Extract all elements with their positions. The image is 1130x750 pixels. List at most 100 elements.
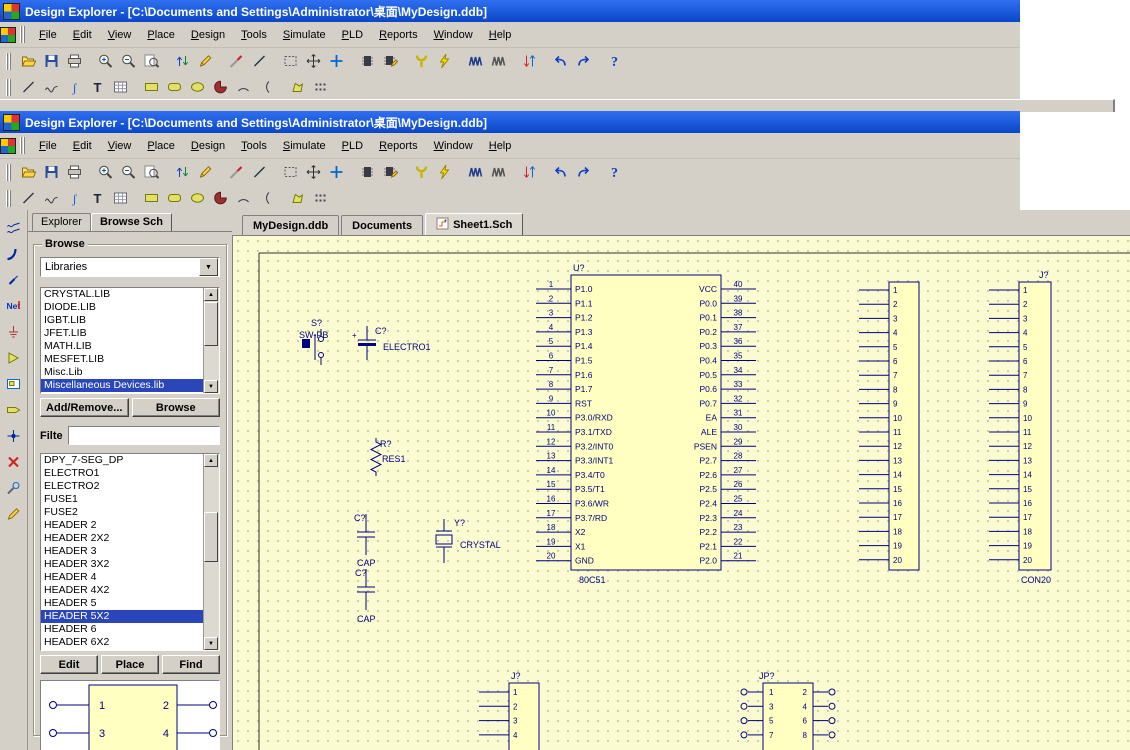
array-paste-icon[interactable] [309, 187, 332, 209]
selection-rect-icon[interactable] [279, 50, 302, 72]
scroll-down-icon[interactable]: ▼ [204, 637, 218, 650]
component-item[interactable]: ELECTRO1 [41, 467, 204, 480]
pie-tool-icon[interactable] [209, 76, 232, 98]
add-remove-button[interactable]: Add/Remove... [40, 398, 129, 417]
component-item[interactable]: FUSE2 [41, 506, 204, 519]
move-icon[interactable] [302, 161, 325, 183]
component-item[interactable]: DPY_7-SEG_DP [41, 454, 204, 467]
component-item[interactable]: HEADER 4 [41, 571, 204, 584]
component-item[interactable]: HEADER 6 [41, 623, 204, 636]
grid-table-icon[interactable] [109, 187, 132, 209]
menu-simulate[interactable]: Simulate [275, 137, 334, 155]
sync-icon[interactable] [518, 50, 541, 72]
port-icon[interactable] [2, 398, 26, 421]
sheet-symbol-icon[interactable] [2, 372, 26, 395]
polygon-tool-icon[interactable] [286, 76, 309, 98]
zoom-area-icon[interactable] [140, 161, 163, 183]
chip-edit-icon[interactable] [379, 50, 402, 72]
text-tool-icon[interactable]: T [86, 187, 109, 209]
toolbar-drag-handle[interactable] [6, 164, 11, 181]
solder-tool-icon[interactable] [225, 50, 248, 72]
menu-design[interactable]: Design [183, 137, 233, 155]
menu-view[interactable]: View [100, 26, 140, 44]
toolbar-drag-handle[interactable] [6, 79, 11, 96]
scroll-up-icon[interactable]: ▲ [204, 454, 218, 467]
bus-tool-icon[interactable] [2, 242, 26, 265]
filter-input[interactable] [68, 426, 220, 445]
annotate-icon[interactable] [2, 502, 26, 525]
menu-pld[interactable]: PLD [334, 137, 371, 155]
menu-window[interactable]: Window [426, 137, 481, 155]
library-alt-icon[interactable] [487, 161, 510, 183]
menu-window[interactable]: Window [426, 26, 481, 44]
window-titlebar[interactable]: Design Explorer - [C:\Documents and Sett… [0, 111, 1020, 133]
draw-curve-icon[interactable] [40, 76, 63, 98]
rect-tool-icon[interactable] [140, 187, 163, 209]
arc-tool-icon[interactable] [232, 187, 255, 209]
browse-button[interactable]: Browse [132, 398, 221, 417]
chip-edit-icon[interactable] [379, 161, 402, 183]
crosshair-icon[interactable] [325, 50, 348, 72]
zoom-out-icon[interactable] [117, 161, 140, 183]
menu-view[interactable]: View [100, 137, 140, 155]
bracket-tool-icon[interactable] [255, 187, 278, 209]
component-item[interactable]: HEADER 2X2 [41, 532, 204, 545]
bus-entry-icon[interactable] [2, 268, 26, 291]
redo-icon[interactable] [572, 50, 595, 72]
component-item[interactable]: ELECTRO2 [41, 480, 204, 493]
library-item[interactable]: DIODE.LIB [41, 301, 204, 314]
libraries-dropdown[interactable]: Libraries ▼ [40, 257, 220, 277]
menu-help[interactable]: Help [481, 26, 520, 44]
component-item[interactable]: HEADER 4X2 [41, 584, 204, 597]
rect-tool-icon[interactable] [140, 76, 163, 98]
library-item[interactable]: Misc.Lib [41, 366, 204, 379]
polygon-tool-icon[interactable] [286, 187, 309, 209]
component-item[interactable]: HEADER 2 [41, 519, 204, 532]
net-label-icon[interactable]: Net [2, 294, 26, 317]
pencil-icon[interactable] [194, 50, 217, 72]
library-alt-icon[interactable] [487, 50, 510, 72]
menu-reports[interactable]: Reports [371, 137, 426, 155]
open-icon[interactable] [17, 50, 40, 72]
wrench-icon[interactable] [410, 161, 433, 183]
grid-table-icon[interactable] [109, 76, 132, 98]
scroll-thumb[interactable] [204, 512, 218, 562]
wrench-icon[interactable] [410, 50, 433, 72]
doc-tab-documents[interactable]: Documents [341, 215, 423, 235]
menu-reports[interactable]: Reports [371, 26, 426, 44]
zoom-out-icon[interactable] [117, 50, 140, 72]
move-icon[interactable] [302, 50, 325, 72]
help-icon[interactable]: ? [603, 50, 626, 72]
library-item[interactable]: Miscellaneous Devices.lib [41, 379, 204, 392]
menu-file[interactable]: File [31, 26, 65, 44]
library-item[interactable]: IGBT.LIB [41, 314, 204, 327]
menu-tools[interactable]: Tools [233, 137, 275, 155]
undo-icon[interactable] [549, 50, 572, 72]
find-button[interactable]: Find [162, 655, 220, 674]
schematic-canvas[interactable]: U?80C511P1.02P1.13P1.24P1.35P1.46P1.57P1… [233, 236, 1130, 750]
menu-design[interactable]: Design [183, 26, 233, 44]
menu-drag-handle[interactable] [20, 137, 25, 154]
menu-pld[interactable]: PLD [334, 26, 371, 44]
scroll-thumb[interactable] [204, 302, 218, 346]
power-port-icon[interactable] [2, 320, 26, 343]
draw-curve-icon[interactable] [40, 187, 63, 209]
bolt-icon[interactable] [433, 50, 456, 72]
help-icon[interactable]: ? [603, 161, 626, 183]
text-tool-icon[interactable]: T [86, 76, 109, 98]
sort-arrows-icon[interactable] [171, 161, 194, 183]
no-erc-icon[interactable] [2, 450, 26, 473]
library-icon[interactable] [464, 50, 487, 72]
junction-icon[interactable] [2, 424, 26, 447]
save-icon[interactable] [40, 161, 63, 183]
redo-icon[interactable] [572, 161, 595, 183]
zoom-in-icon[interactable] [94, 161, 117, 183]
sync-icon[interactable] [518, 161, 541, 183]
ellipse-tool-icon[interactable] [186, 187, 209, 209]
draw-wave-icon[interactable]: ʃ [63, 76, 86, 98]
library-item[interactable]: CRYSTAL.LIB [41, 288, 204, 301]
component-item[interactable]: HEADER 6X2 [41, 636, 204, 649]
pencil-icon[interactable] [194, 161, 217, 183]
menu-file[interactable]: File [31, 137, 65, 155]
library-item[interactable]: MESFET.LIB [41, 353, 204, 366]
